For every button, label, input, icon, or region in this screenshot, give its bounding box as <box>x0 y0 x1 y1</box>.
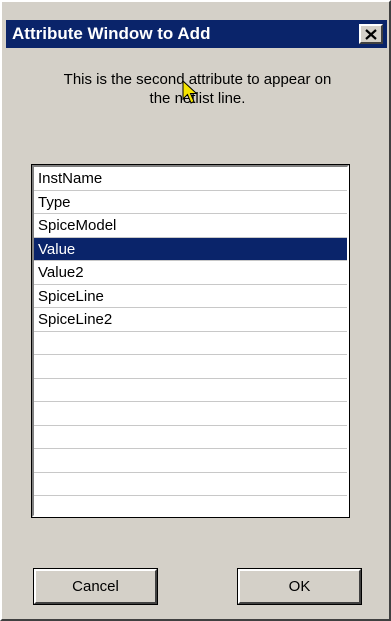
list-item[interactable] <box>34 496 347 515</box>
attribute-listbox[interactable]: InstName Type SpiceModel Value Value2 Sp… <box>31 164 350 518</box>
list-item[interactable]: SpiceLine <box>34 285 347 308</box>
attribute-dialog: Attribute Window to Add This is the seco… <box>0 0 391 621</box>
close-icon <box>365 28 377 40</box>
list-item[interactable]: SpiceLine2 <box>34 308 347 332</box>
instruction-text: This is the second attribute to appear o… <box>12 70 383 108</box>
list-item[interactable]: Value <box>34 237 347 261</box>
list-item[interactable] <box>34 449 347 473</box>
title-bar: Attribute Window to Add <box>6 20 387 48</box>
list-item[interactable]: Value2 <box>34 261 347 285</box>
list-item[interactable]: InstName <box>34 167 347 191</box>
list-item[interactable] <box>34 332 347 355</box>
cancel-button[interactable]: Cancel <box>33 568 158 605</box>
ok-button[interactable]: OK <box>237 568 362 605</box>
list-item[interactable] <box>34 402 347 426</box>
list-item[interactable] <box>34 379 347 402</box>
instruction-line-2: the netlist line. <box>149 90 246 107</box>
list-item[interactable]: Type <box>34 191 347 214</box>
list-item[interactable] <box>34 426 347 449</box>
list-item[interactable] <box>34 355 347 379</box>
instruction-line-1: This is the second attribute to appear o… <box>63 71 332 88</box>
list-item[interactable] <box>34 473 347 496</box>
close-button[interactable] <box>359 24 383 44</box>
list-item[interactable]: SpiceModel <box>34 214 347 238</box>
window-title: Attribute Window to Add <box>12 24 211 43</box>
